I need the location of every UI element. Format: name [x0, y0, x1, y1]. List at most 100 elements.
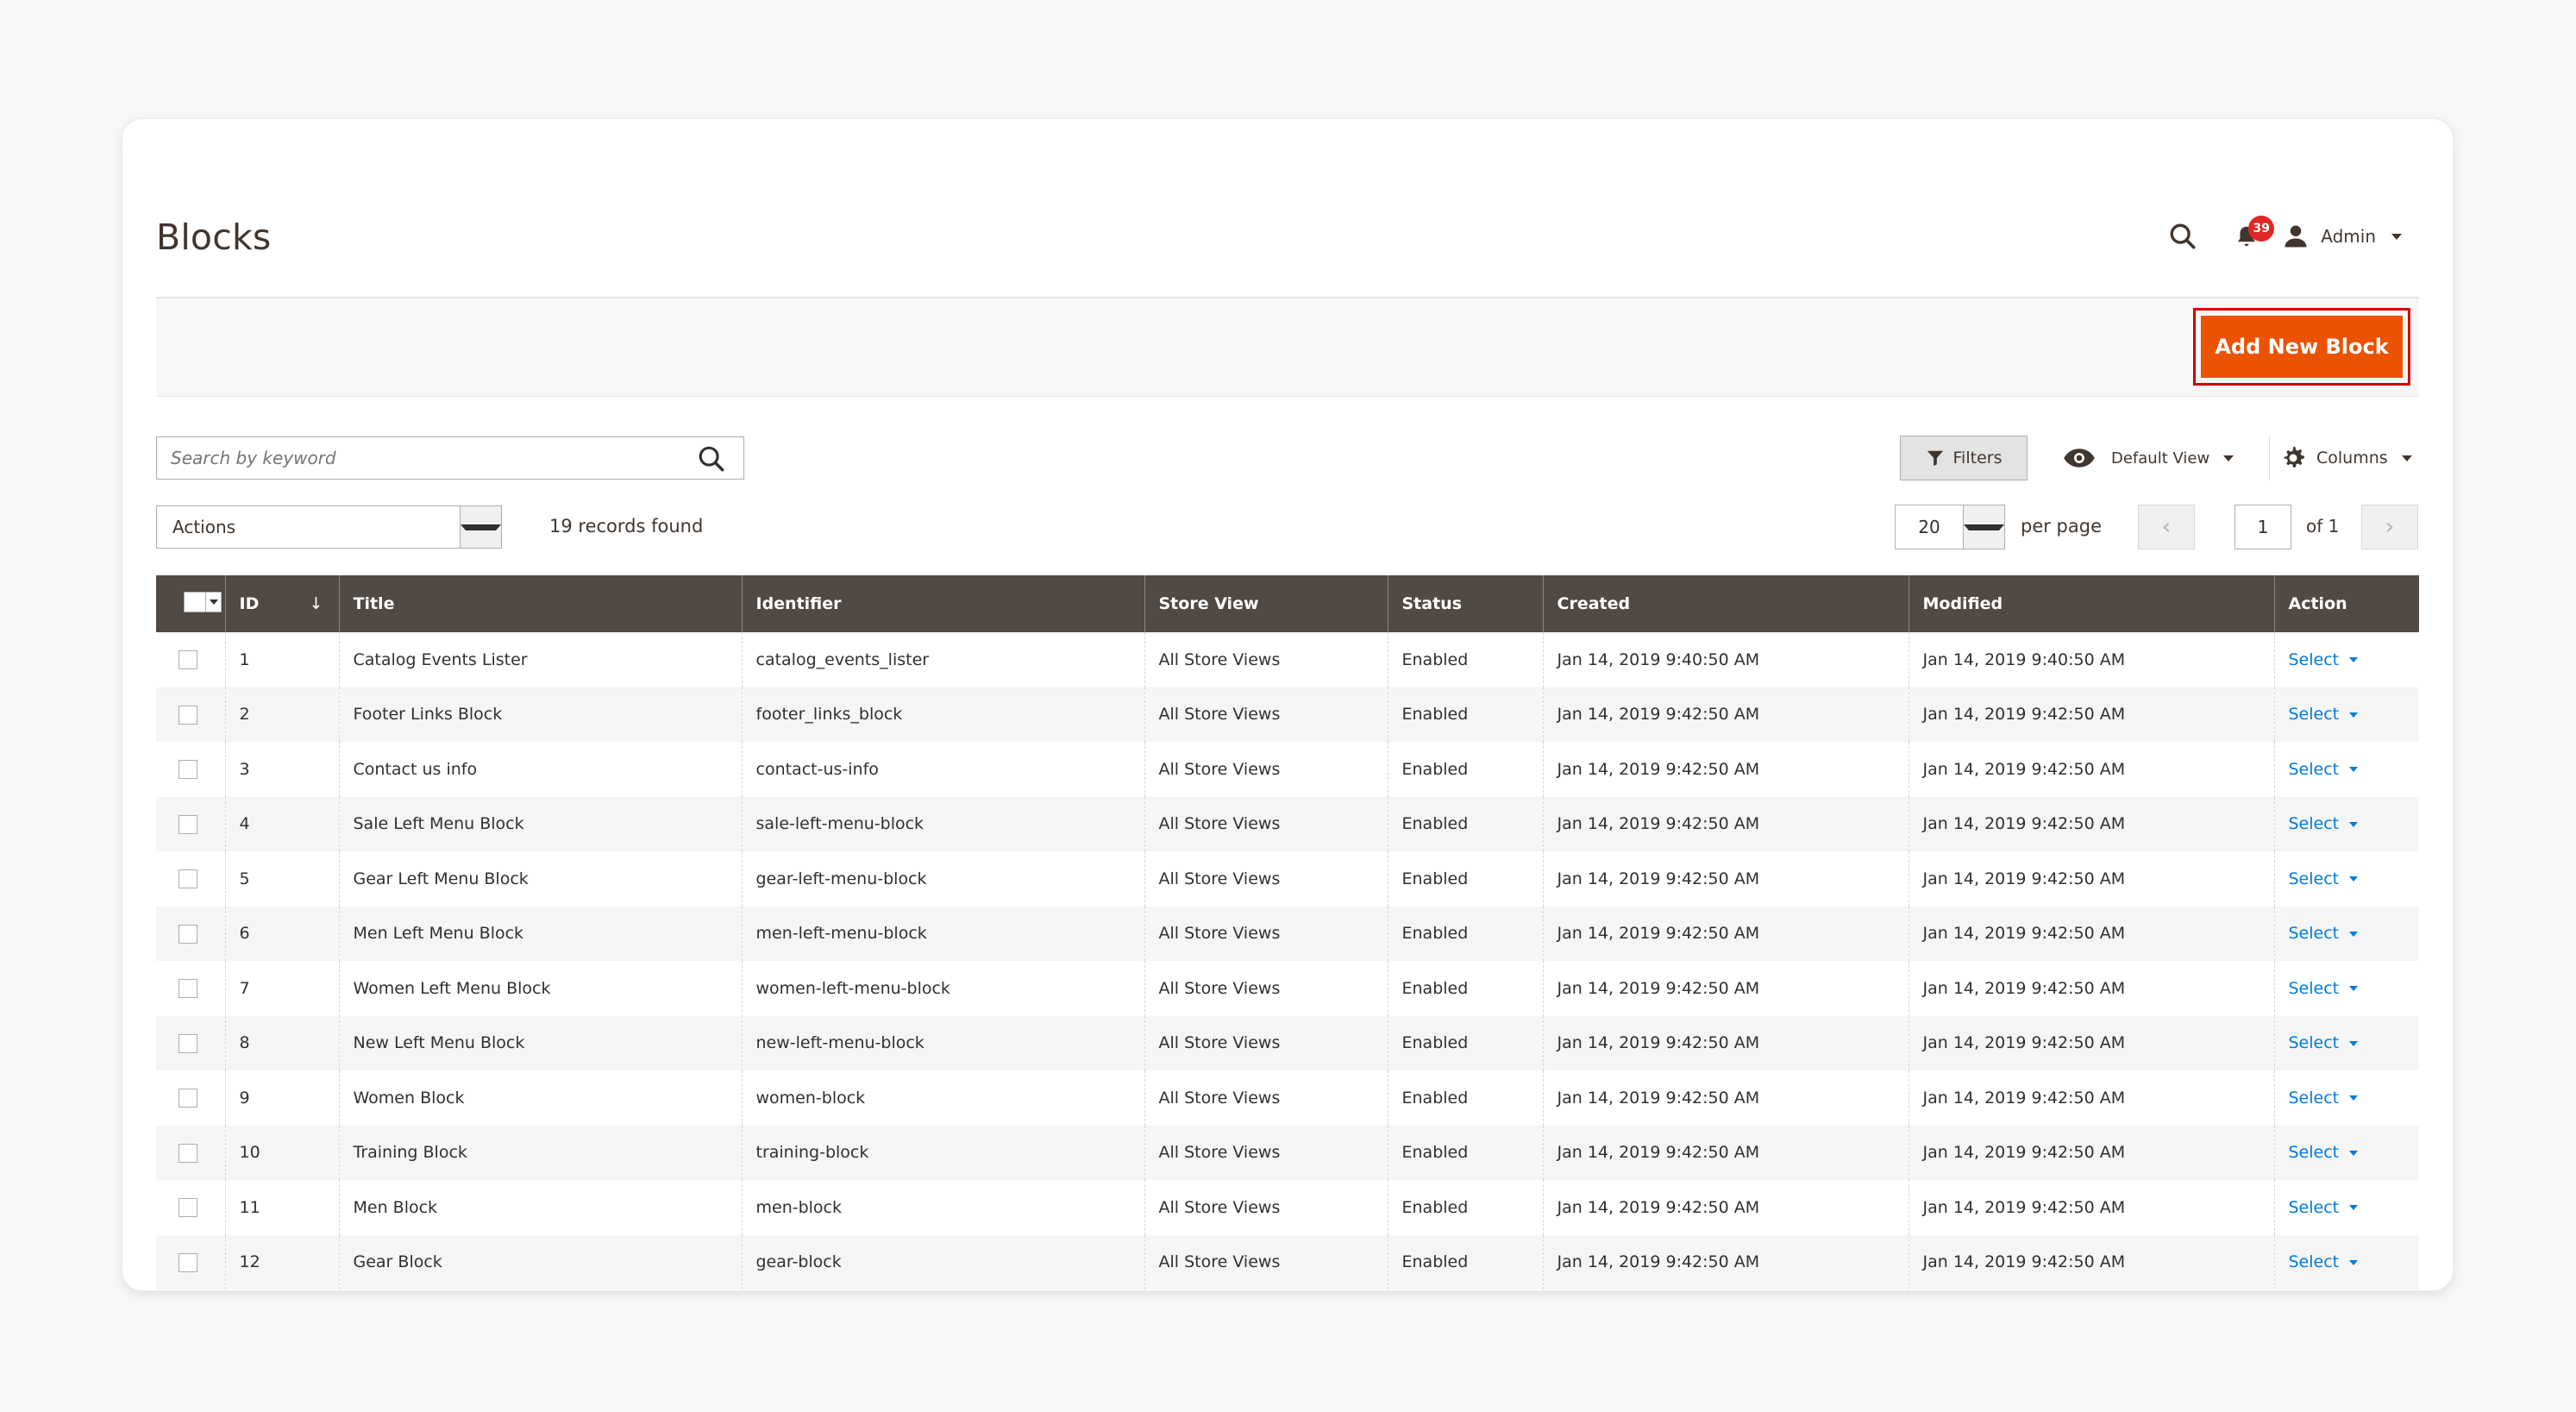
cell-modified: Jan 14, 2019 9:42:50 AM — [1908, 796, 2274, 851]
column-header-title[interactable]: Title — [338, 575, 742, 632]
mass-select-checkbox[interactable] — [184, 591, 222, 612]
search-input[interactable] — [157, 448, 674, 468]
add-new-block-button[interactable]: Add New Block — [2201, 316, 2403, 378]
row-checkbox-cell — [156, 1125, 225, 1180]
row-checkbox[interactable] — [179, 1252, 197, 1272]
cell-action: Select — [2273, 851, 2419, 907]
per-page-label: per page — [2021, 516, 2103, 537]
column-header-status[interactable]: Status — [1387, 575, 1543, 632]
cell-created: Jan 14, 2019 9:42:50 AM — [1542, 851, 1908, 907]
page-title: Blocks — [156, 217, 272, 258]
per-page-select[interactable]: 20 — [1895, 505, 2005, 549]
row-checkbox-cell — [156, 1180, 225, 1235]
page-actions-bar: Add New Block — [156, 297, 2419, 397]
add-new-block-highlight: Add New Block — [2193, 308, 2410, 386]
cell-title: Contact us info — [338, 742, 742, 797]
cell-status: Enabled — [1387, 1234, 1543, 1290]
gear-icon — [2284, 446, 2305, 468]
cell-created: Jan 14, 2019 9:40:50 AM — [1542, 632, 1908, 687]
table-row: 4 Sale Left Menu Block sale-left-menu-bloc… — [156, 796, 2419, 851]
filters-label: Filters — [1952, 449, 2003, 468]
cell-modified: Jan 14, 2019 9:42:50 AM — [1908, 961, 2274, 1016]
blocks-grid: ID ↓ Title Identifier Store View Status C… — [156, 575, 2419, 1290]
cell-id: 5 — [224, 851, 339, 907]
filters-button[interactable]: Filters — [1900, 436, 2028, 480]
row-action-select[interactable]: Select — [2289, 869, 2359, 888]
cell-created: Jan 14, 2019 9:42:50 AM — [1542, 1015, 1908, 1070]
cell-modified: Jan 14, 2019 9:40:50 AM — [1908, 632, 2274, 687]
cell-status: Enabled — [1387, 1180, 1543, 1235]
row-checkbox-cell — [156, 906, 225, 961]
row-checkbox[interactable] — [179, 1033, 197, 1053]
default-view-dropdown[interactable]: Default View — [2063, 436, 2234, 480]
row-checkbox[interactable] — [179, 705, 197, 725]
cell-modified: Jan 14, 2019 9:42:50 AM — [1908, 1180, 2274, 1235]
chevron-left-icon: ‹ — [2161, 514, 2172, 540]
row-action-select[interactable]: Select — [2289, 814, 2359, 833]
row-checkbox[interactable] — [179, 1198, 197, 1217]
column-header-id[interactable]: ID ↓ — [224, 575, 339, 632]
cell-status: Enabled — [1387, 1125, 1543, 1180]
cell-id: 8 — [224, 1015, 339, 1070]
row-action-select[interactable]: Select — [2289, 650, 2359, 669]
row-checkbox-cell — [156, 851, 225, 907]
column-header-created[interactable]: Created — [1542, 575, 1908, 632]
row-checkbox[interactable] — [179, 760, 197, 779]
chevron-down-icon — [2391, 233, 2402, 240]
page-number-input[interactable]: 1 — [2234, 505, 2291, 549]
row-checkbox[interactable] — [179, 979, 197, 998]
row-action-select[interactable]: Select — [2289, 1033, 2359, 1052]
user-name: Admin — [2321, 226, 2376, 247]
cell-identifier: sale-left-menu-block — [741, 796, 1144, 851]
user-menu[interactable]: Admin — [2283, 223, 2402, 249]
row-action-select[interactable]: Select — [2289, 924, 2359, 943]
cell-id: 10 — [224, 1125, 339, 1180]
cell-created: Jan 14, 2019 9:42:50 AM — [1542, 1234, 1908, 1290]
search-submit-button[interactable] — [697, 444, 726, 477]
cell-title: Women Block — [338, 1070, 742, 1126]
table-row: 12 Gear Block gear-block All Store Views Ena… — [156, 1234, 2419, 1290]
chevron-down-icon — [2401, 455, 2412, 461]
row-action-select[interactable]: Select — [2289, 760, 2359, 779]
previous-page-button[interactable]: ‹ — [2138, 505, 2195, 549]
row-checkbox[interactable] — [179, 924, 197, 944]
row-checkbox[interactable] — [179, 1143, 197, 1163]
cell-created: Jan 14, 2019 9:42:50 AM — [1542, 742, 1908, 797]
columns-dropdown[interactable]: Columns — [2269, 436, 2412, 480]
chevron-down-icon — [2349, 1040, 2359, 1046]
column-header-identifier[interactable]: Identifier — [741, 575, 1144, 632]
row-checkbox-cell — [156, 687, 225, 742]
row-checkbox[interactable] — [179, 869, 197, 888]
row-action-select[interactable]: Select — [2289, 705, 2359, 724]
notifications-button[interactable]: 39 — [2222, 212, 2275, 260]
chevron-down-icon — [2349, 931, 2359, 937]
view-label: Default View — [2111, 449, 2210, 468]
cell-title: Gear Block — [338, 1234, 742, 1290]
table-row: 6 Men Left Menu Block men-left-menu-block A… — [156, 906, 2419, 961]
chevron-down-icon — [1964, 524, 2004, 530]
cell-identifier: new-left-menu-block — [741, 1015, 1144, 1070]
column-header-modified[interactable]: Modified — [1908, 575, 2274, 632]
blocks-table: ID ↓ Title Identifier Store View Status C… — [156, 575, 2419, 1290]
row-action-select[interactable]: Select — [2289, 979, 2359, 998]
row-checkbox[interactable] — [179, 814, 197, 834]
cell-identifier: contact-us-info — [741, 742, 1144, 797]
column-header-store-view[interactable]: Store View — [1144, 575, 1388, 632]
cell-title: Men Left Menu Block — [338, 906, 742, 961]
table-row: 5 Gear Left Menu Block gear-left-menu-bloc… — [156, 851, 2419, 907]
row-checkbox[interactable] — [179, 1089, 197, 1108]
chevron-down-icon — [2349, 821, 2359, 827]
global-search-button[interactable] — [2159, 212, 2207, 260]
table-row: 2 Footer Links Block footer_links_block All… — [156, 687, 2419, 742]
row-action-select[interactable]: Select — [2289, 1143, 2359, 1162]
per-page-value: 20 — [1918, 517, 1940, 537]
row-action-select[interactable]: Select — [2289, 1198, 2359, 1217]
cell-modified: Jan 14, 2019 9:42:50 AM — [1908, 1234, 2274, 1290]
cell-id: 6 — [224, 906, 339, 961]
cell-title: New Left Menu Block — [338, 1015, 742, 1070]
next-page-button[interactable]: › — [2361, 505, 2418, 549]
row-checkbox[interactable] — [179, 650, 197, 669]
row-action-select[interactable]: Select — [2289, 1089, 2359, 1108]
row-action-select[interactable]: Select — [2289, 1252, 2359, 1271]
mass-actions-dropdown[interactable]: Actions — [156, 505, 502, 549]
